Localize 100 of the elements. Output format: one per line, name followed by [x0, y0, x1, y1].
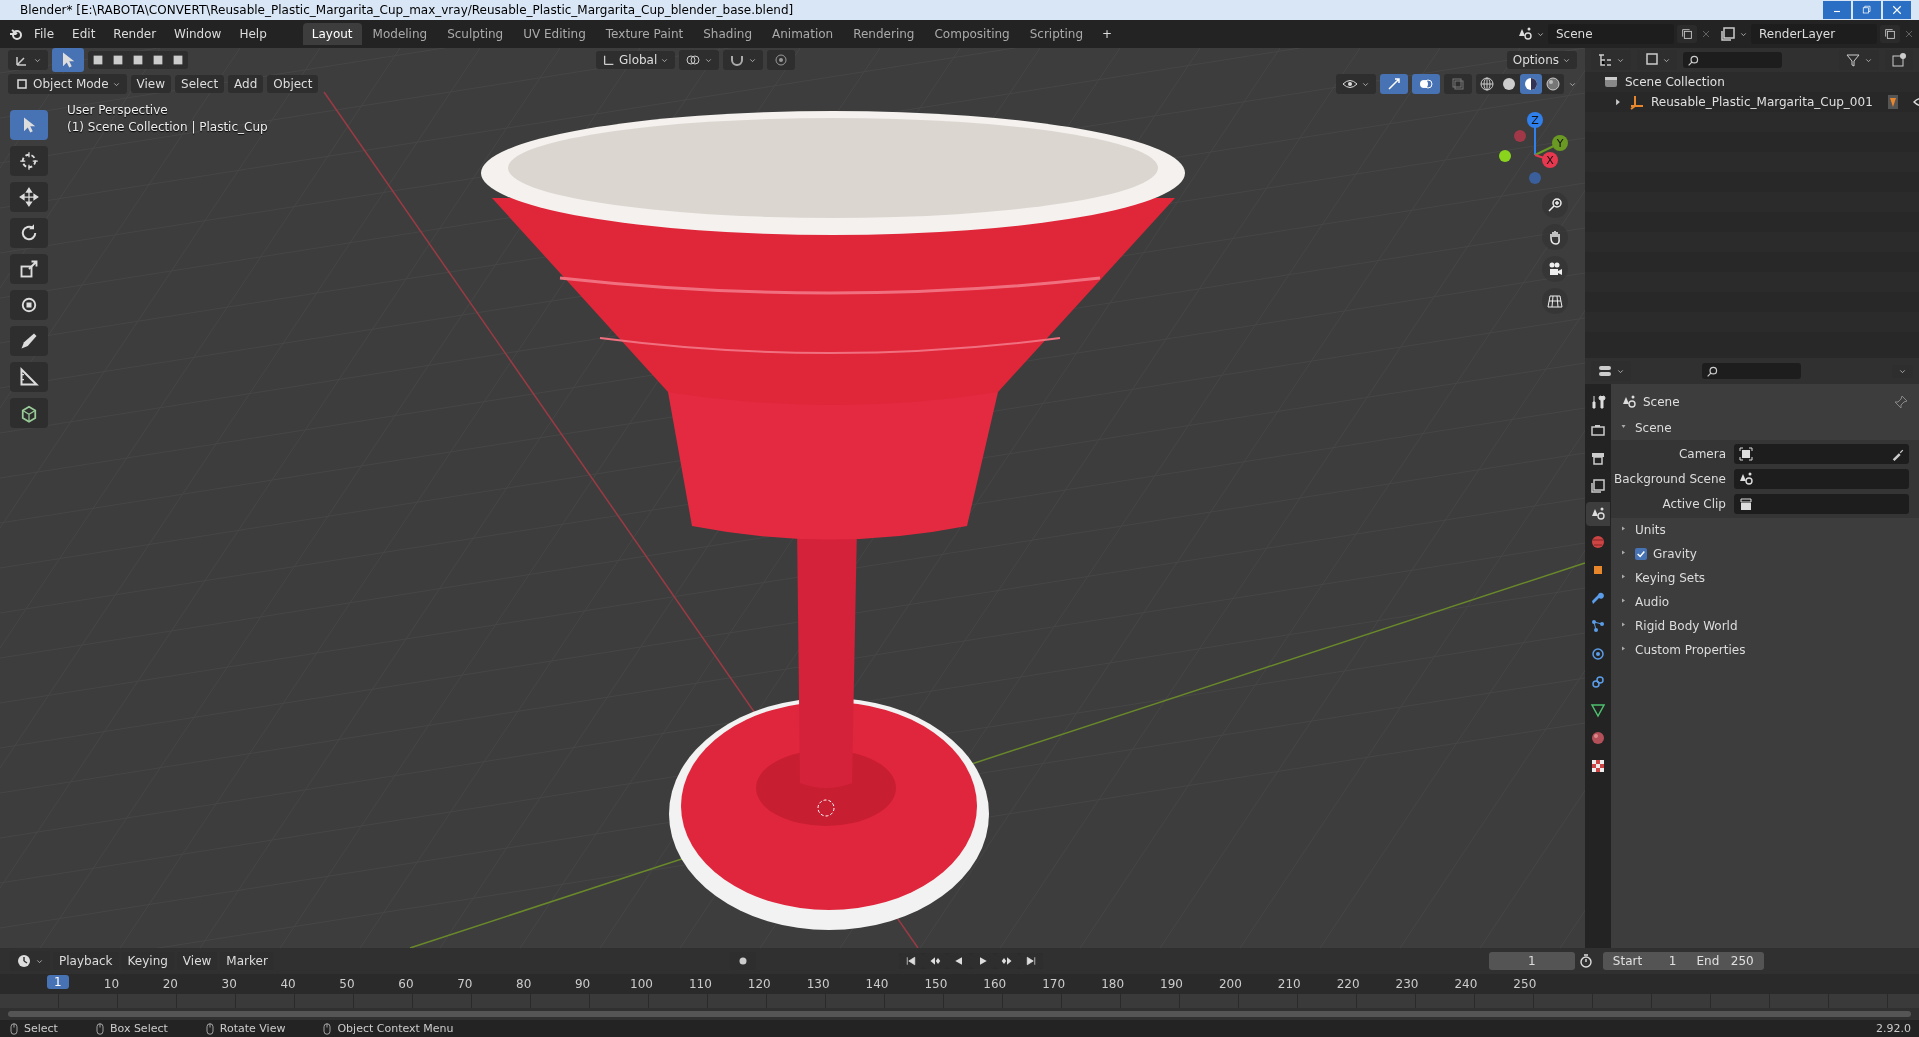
workspace-tab[interactable]: Modeling	[363, 23, 437, 45]
start-frame-field[interactable]: Start 1	[1602, 952, 1687, 970]
workspace-tab[interactable]: Scripting	[1020, 23, 1093, 45]
new-collection-icon	[1891, 52, 1907, 68]
workspace-tab[interactable]: Compositing	[925, 23, 1019, 45]
search-field[interactable]	[1702, 363, 1801, 379]
mouse-icon	[93, 1021, 106, 1036]
playhead[interactable]: 1	[47, 975, 69, 989]
frame-number: 190	[1159, 977, 1184, 991]
ortho-toggle-button[interactable]	[1542, 288, 1568, 314]
xray-toggle[interactable]	[1444, 74, 1472, 94]
zoom-button[interactable]	[1542, 192, 1568, 218]
pan-button[interactable]	[1542, 224, 1568, 250]
frame-number: 250	[1512, 977, 1538, 991]
close-icon	[1891, 4, 1903, 16]
header-menu[interactable]: Add	[228, 75, 264, 93]
context-label: Scene	[1643, 395, 1681, 409]
snap-dropdown[interactable]	[723, 50, 764, 70]
pivot-dropdown[interactable]	[679, 50, 720, 70]
menu-item[interactable]: Window	[166, 24, 230, 44]
editor-type-button[interactable]	[8, 50, 48, 70]
gizmo-toggle[interactable]	[1380, 74, 1408, 94]
rendered-sphere-icon	[1545, 76, 1561, 92]
tool-button[interactable]	[10, 182, 48, 212]
axis-handle[interactable]: X	[1542, 152, 1558, 168]
current-frame-field[interactable]: 1	[1488, 952, 1575, 970]
scrollbar[interactable]	[8, 1011, 1911, 1017]
orbit-icon	[1590, 646, 1606, 662]
object-mode-icon	[14, 76, 30, 92]
status-hint: Box Select	[109, 1022, 168, 1035]
tool-button[interactable]	[10, 362, 48, 392]
mouse-icon	[321, 1021, 334, 1036]
tool-button[interactable]	[10, 398, 48, 428]
workspace-tab[interactable]: Shading	[694, 23, 761, 45]
field-label: Active Clip	[1661, 497, 1726, 511]
cup-drawing[interactable]	[481, 111, 1185, 930]
proportional-edit-button[interactable]	[767, 50, 796, 70]
section-title[interactable]: Keying Sets	[1635, 571, 1706, 585]
axis-dot[interactable]	[1514, 130, 1526, 142]
header-menu[interactable]: View	[130, 75, 172, 93]
zoom-icon	[1547, 197, 1563, 213]
status-hint: Object Context Menu	[337, 1022, 454, 1035]
add-workspace-button[interactable]: +	[1094, 24, 1121, 44]
axis-dot[interactable]	[1529, 172, 1541, 184]
close-button[interactable]	[1883, 1, 1911, 19]
section-title[interactable]: Units	[1635, 523, 1666, 537]
workspace-tab[interactable]: Layout	[302, 23, 362, 45]
workspace-tab[interactable]: Animation	[763, 23, 843, 45]
axis-handle[interactable]: Y	[1552, 135, 1568, 151]
search-field[interactable]	[1683, 52, 1782, 68]
header-menu[interactable]: Select	[175, 75, 225, 93]
options-dropdown[interactable]: Options	[1506, 51, 1577, 69]
axis-dot[interactable]	[1499, 150, 1511, 162]
new-view-layer-button[interactable]	[1880, 25, 1900, 43]
workspace-tab[interactable]: UV Editing	[514, 23, 595, 45]
field-input[interactable]	[1734, 469, 1909, 489]
section-title[interactable]: Custom Properties	[1635, 643, 1746, 657]
overlay-toggle[interactable]	[1412, 74, 1440, 94]
panel-title[interactable]: Scene	[1635, 421, 1672, 435]
orientation-dropdown[interactable]: Global	[596, 51, 676, 69]
workspace-tab[interactable]: Sculpting	[438, 23, 513, 45]
properties-tab[interactable]	[1586, 502, 1610, 526]
visibility-dropdown[interactable]	[1336, 74, 1376, 94]
tool-button[interactable]	[10, 254, 48, 284]
tool-button[interactable]	[10, 146, 48, 176]
view-layer-field[interactable]: RenderLayer	[1751, 24, 1877, 44]
scene-field[interactable]: Scene	[1548, 24, 1674, 44]
outliner-item[interactable]: Reusable_Plastic_Margarita_Cup_001	[1651, 95, 1873, 109]
section-title[interactable]: Audio	[1635, 595, 1670, 609]
gizmo-arrow-icon	[1386, 76, 1402, 92]
new-scene-button[interactable]	[1677, 25, 1697, 43]
section-title[interactable]: Gravity	[1653, 547, 1697, 561]
tool-button[interactable]	[10, 290, 48, 320]
menu-item[interactable]: File	[26, 24, 63, 44]
end-frame-field[interactable]: End 250	[1686, 952, 1764, 970]
menu-item[interactable]: Help	[231, 24, 275, 44]
collection-box-icon	[1603, 74, 1619, 90]
tool-button[interactable]	[10, 218, 48, 248]
field-input[interactable]	[1734, 444, 1909, 464]
cube-plus-icon	[19, 403, 39, 423]
section-title[interactable]: Rigid Body World	[1635, 619, 1738, 633]
axis-handle[interactable]: Z	[1527, 112, 1543, 128]
field-input[interactable]	[1734, 494, 1909, 514]
frame-number: 150	[923, 977, 949, 991]
menu-item[interactable]: Edit	[64, 24, 104, 44]
workspace-tab[interactable]: Texture Paint	[596, 23, 693, 45]
checkbox[interactable]	[1635, 548, 1647, 560]
menu-item[interactable]: Render	[105, 24, 165, 44]
frame-number: 120	[746, 977, 772, 991]
frame-number: 210	[1276, 977, 1302, 991]
restore-button[interactable]	[1853, 1, 1881, 19]
tool-button[interactable]	[10, 326, 48, 356]
hand-icon	[1547, 229, 1563, 245]
workspace-tab[interactable]: Rendering	[844, 23, 924, 45]
tool-select-button[interactable]	[52, 48, 84, 72]
mode-dropdown[interactable]: Object Mode	[8, 74, 127, 94]
shading-mode-button[interactable]	[1520, 74, 1542, 94]
header-menu[interactable]: Object	[267, 75, 319, 93]
camera-view-button[interactable]	[1542, 256, 1568, 282]
outliner-item[interactable]: Scene Collection	[1625, 75, 1725, 89]
